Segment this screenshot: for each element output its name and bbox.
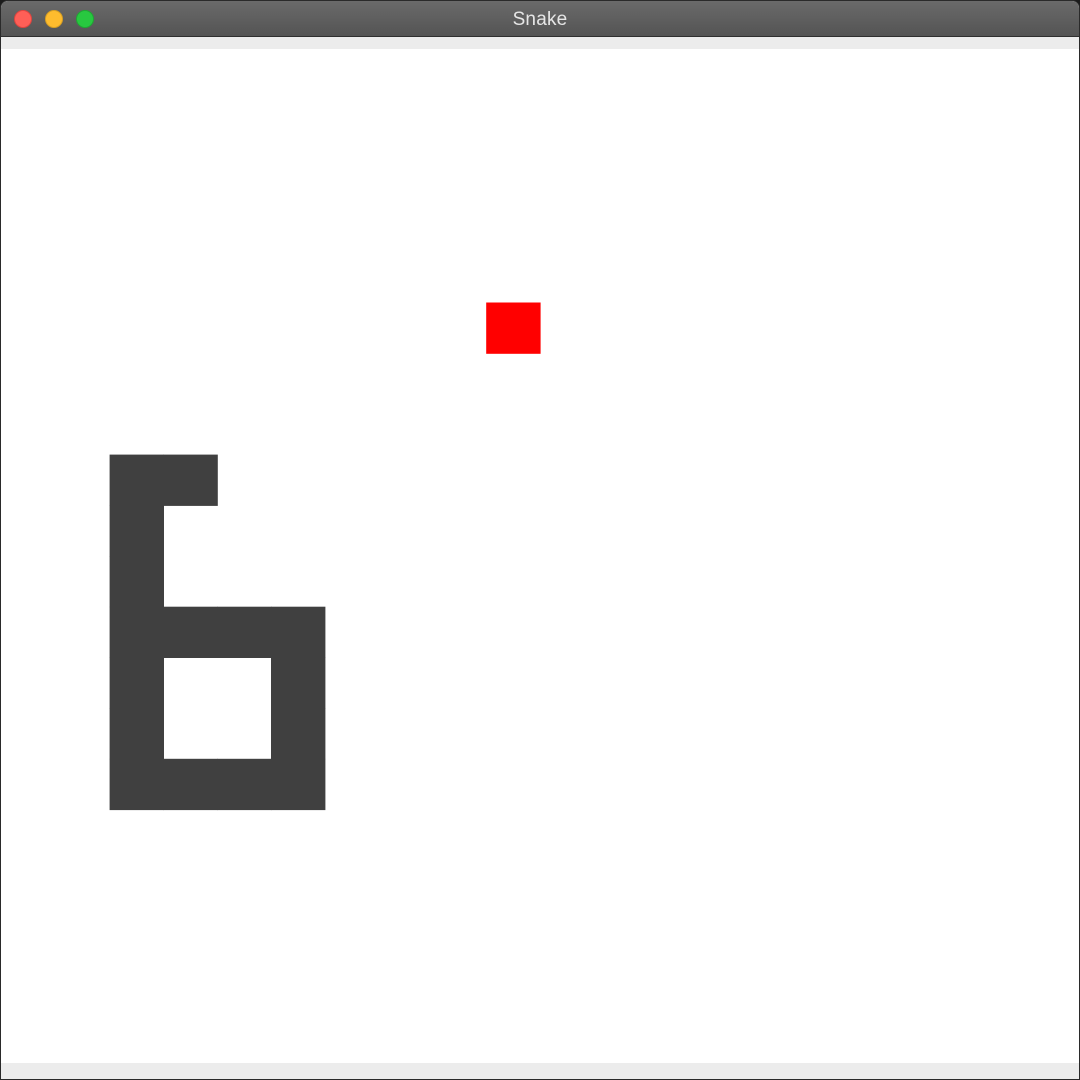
snake-head (163, 454, 218, 506)
snake-segment (217, 758, 272, 811)
window-title: Snake (512, 9, 568, 30)
bottom-border-strip (1, 1063, 1079, 1079)
snake-segment (109, 606, 164, 658)
snake-segment (163, 606, 218, 658)
snake-segment (271, 606, 326, 658)
snake-segment (109, 758, 164, 811)
food-pellet (486, 302, 541, 354)
snake-segment (271, 708, 326, 760)
snake-segment (109, 708, 164, 760)
snake-segment (109, 505, 164, 557)
snake-segment (109, 556, 164, 608)
snake-segment (109, 657, 164, 709)
top-border-strip (1, 37, 1079, 49)
title-bar[interactable]: Snake (1, 1, 1079, 37)
snake-segment (217, 606, 272, 658)
game-window: Snake (0, 0, 1080, 1080)
snake-segment (271, 657, 326, 709)
snake-segment (271, 758, 326, 811)
game-board[interactable] (2, 49, 1078, 1063)
snake-segment (109, 454, 164, 506)
snake-segment (163, 758, 218, 811)
game-canvas[interactable] (2, 49, 1078, 1063)
